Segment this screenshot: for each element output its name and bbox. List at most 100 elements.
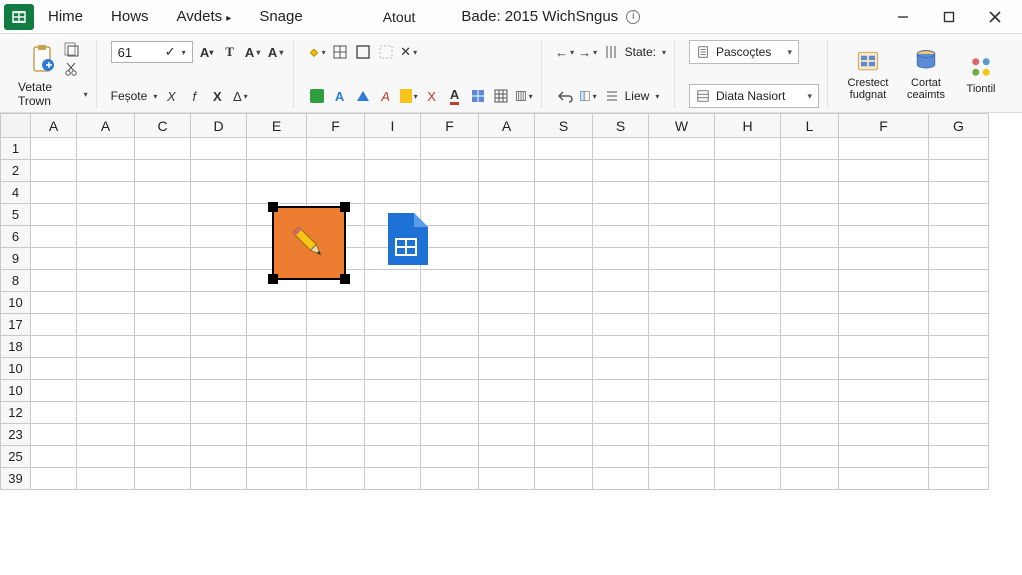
cell[interactable] [365, 292, 421, 314]
cell[interactable] [593, 424, 649, 446]
grid-dense-icon[interactable] [492, 87, 510, 105]
arrow-left-icon[interactable]: ←▾ [556, 43, 574, 61]
cell[interactable] [781, 446, 839, 468]
row-header[interactable]: 17 [1, 314, 31, 336]
cell[interactable] [781, 182, 839, 204]
column-header[interactable]: E [247, 114, 307, 138]
paste-special-icon[interactable] [62, 40, 80, 58]
cell[interactable] [421, 182, 479, 204]
column-header[interactable]: H [715, 114, 781, 138]
cell[interactable] [135, 138, 191, 160]
cell[interactable] [247, 160, 307, 182]
cell[interactable] [649, 446, 715, 468]
cell[interactable] [781, 248, 839, 270]
cell[interactable] [649, 182, 715, 204]
cell[interactable] [307, 380, 365, 402]
cell[interactable] [929, 160, 989, 182]
cell[interactable] [781, 336, 839, 358]
bold-x-icon[interactable]: X [208, 87, 226, 105]
cell[interactable] [593, 270, 649, 292]
cell[interactable] [135, 468, 191, 490]
cell[interactable] [839, 182, 929, 204]
border-outside-icon[interactable] [354, 43, 372, 61]
cell[interactable] [31, 446, 77, 468]
cell[interactable] [593, 292, 649, 314]
cell[interactable] [781, 160, 839, 182]
cell[interactable] [479, 204, 535, 226]
liew-dropdown[interactable]: Liew▾ [625, 89, 660, 103]
cell[interactable] [307, 138, 365, 160]
cell[interactable] [649, 314, 715, 336]
crestect-button[interactable]: Crestectfudgnat [842, 47, 894, 101]
cell[interactable] [191, 226, 247, 248]
cell[interactable] [839, 402, 929, 424]
cell[interactable] [839, 314, 929, 336]
arrow-right-icon[interactable]: →▾ [579, 43, 597, 61]
row-header[interactable]: 9 [1, 248, 31, 270]
cell[interactable] [781, 138, 839, 160]
cell[interactable] [31, 160, 77, 182]
cell[interactable] [715, 160, 781, 182]
cell[interactable] [649, 358, 715, 380]
italic-x-icon[interactable]: X [162, 87, 180, 105]
cell[interactable] [479, 402, 535, 424]
shape-triangle-icon[interactable] [354, 87, 372, 105]
cell[interactable] [135, 270, 191, 292]
cell[interactable] [593, 402, 649, 424]
tool-a-icon[interactable]: A [377, 87, 395, 105]
cell[interactable] [929, 248, 989, 270]
cell[interactable] [929, 226, 989, 248]
column-header[interactable]: F [421, 114, 479, 138]
embedded-sheets-object[interactable] [384, 213, 428, 268]
cell[interactable] [479, 380, 535, 402]
cell[interactable] [135, 336, 191, 358]
cell[interactable] [31, 402, 77, 424]
cell[interactable] [715, 204, 781, 226]
cell[interactable] [593, 380, 649, 402]
cell[interactable] [479, 336, 535, 358]
cell[interactable] [247, 138, 307, 160]
cell[interactable] [535, 380, 593, 402]
cell[interactable] [191, 402, 247, 424]
column-header[interactable]: L [781, 114, 839, 138]
cell[interactable] [715, 138, 781, 160]
cell[interactable] [929, 380, 989, 402]
cell[interactable] [479, 226, 535, 248]
row-header[interactable]: 23 [1, 424, 31, 446]
cell[interactable] [77, 248, 135, 270]
cell[interactable] [715, 358, 781, 380]
cell[interactable] [421, 248, 479, 270]
cell[interactable] [479, 270, 535, 292]
menu-snage[interactable]: Snage [259, 8, 302, 25]
cell[interactable] [929, 358, 989, 380]
cell[interactable] [31, 292, 77, 314]
column-header[interactable]: A [77, 114, 135, 138]
minimize-button[interactable] [886, 4, 920, 30]
cell[interactable] [929, 336, 989, 358]
cell[interactable] [191, 424, 247, 446]
cell[interactable] [421, 424, 479, 446]
cell[interactable] [191, 380, 247, 402]
cell[interactable] [191, 182, 247, 204]
column-header[interactable]: W [649, 114, 715, 138]
cell[interactable] [247, 402, 307, 424]
cell[interactable] [421, 402, 479, 424]
cell[interactable] [77, 424, 135, 446]
cell[interactable] [191, 314, 247, 336]
strike-x-icon[interactable]: X [423, 87, 441, 105]
info-icon[interactable]: i [626, 10, 640, 24]
row-header[interactable]: 1 [1, 138, 31, 160]
font-size-icon[interactable]: T [221, 43, 239, 61]
cell[interactable] [593, 226, 649, 248]
cell[interactable] [535, 468, 593, 490]
cell[interactable] [247, 468, 307, 490]
cell[interactable] [929, 204, 989, 226]
cell[interactable] [479, 138, 535, 160]
cell[interactable] [781, 358, 839, 380]
cell[interactable] [247, 182, 307, 204]
cell[interactable] [593, 160, 649, 182]
cell[interactable] [421, 204, 479, 226]
menu-hows[interactable]: Hows [111, 8, 149, 25]
cell[interactable] [535, 424, 593, 446]
menu-avdets[interactable]: Avdets ▸ [177, 8, 232, 25]
